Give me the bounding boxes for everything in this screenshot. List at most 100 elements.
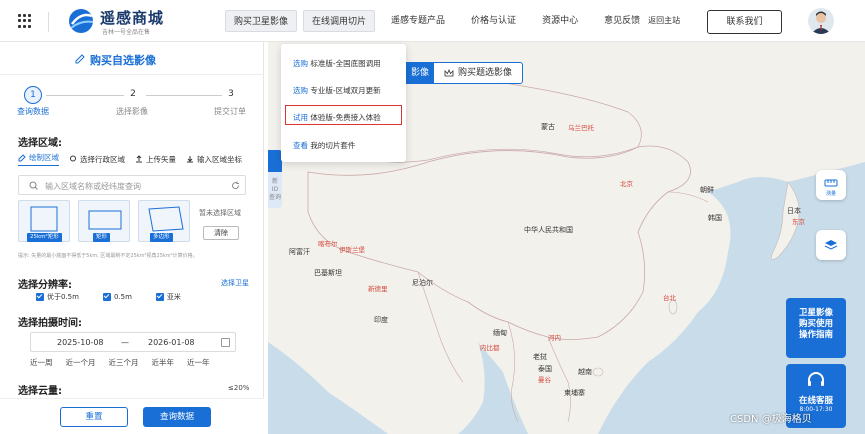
header-divider xyxy=(48,12,49,32)
nav-return-main[interactable]: 返回主站 xyxy=(648,10,690,32)
layers-button[interactable] xyxy=(816,230,846,260)
menu-item-professional[interactable]: 选购 专业版-区域双月更新 xyxy=(293,85,381,96)
resolution-section-title: 选择分辨率: xyxy=(18,280,72,291)
watermark: CSDN @极海格贝 xyxy=(730,414,812,425)
menu-item-standard[interactable]: 选购 标准版-全国底图调用 xyxy=(293,58,381,69)
query-button[interactable]: 查询数据 xyxy=(143,407,211,427)
measure-button[interactable]: 测量 xyxy=(816,170,846,200)
nav-rs-products[interactable]: 遥感专题产品 xyxy=(381,10,455,32)
search-placeholder: 输入区域名称或经纬度查询 xyxy=(45,182,141,191)
shape-tag-polygon: 多边形 xyxy=(150,233,173,242)
step-3-circle: 3 xyxy=(228,89,234,99)
tab-upload-vector-label: 上传矢量 xyxy=(146,154,176,164)
shape-polygon[interactable]: 多边形 xyxy=(138,200,190,242)
guide-line-3: 操作指南 xyxy=(798,330,833,340)
nav-online-tile[interactable]: 在线调用切片 xyxy=(303,10,376,32)
user-avatar[interactable] xyxy=(808,8,834,34)
menu-keyword: 试用 xyxy=(293,113,308,122)
quick-week[interactable]: 近一周 xyxy=(30,357,53,368)
menu-keyword: 查看 xyxy=(293,141,308,150)
res-option-submeter[interactable]: 亚米 xyxy=(155,292,181,302)
panel-actions: 重置 查询数据 xyxy=(0,398,264,434)
map-label-newdelhi: 新德里 xyxy=(368,285,388,293)
tab-draw-area-label: 绘制区域 xyxy=(29,153,59,162)
menu-item-my-tiles[interactable]: 查看 我的切片套件 xyxy=(293,140,355,151)
res-option-better-05[interactable]: 优于0.5m xyxy=(36,292,79,302)
nav-buy-satellite-image[interactable]: 购买卫星影像 xyxy=(225,10,298,32)
tab-draw-area[interactable]: 绘制区域 xyxy=(18,152,59,166)
step-connector xyxy=(46,95,124,96)
clear-button[interactable]: 清除 xyxy=(203,226,239,240)
shape-tag-rect: 矩形 xyxy=(93,233,111,242)
map-label-naypyidaw: 内比都 xyxy=(480,344,500,352)
cloud-value: ≤20% xyxy=(228,384,250,392)
edit-icon xyxy=(75,54,85,64)
tab-admin-area-label: 选择行政区域 xyxy=(80,154,125,164)
map-label-bangkok: 曼谷 xyxy=(538,376,551,384)
select-satellite-link[interactable]: 选择卫星 xyxy=(221,278,249,288)
upload-icon xyxy=(136,155,142,163)
side-tab-label: 新 ID 查询 xyxy=(268,178,281,201)
date-range-picker[interactable]: 2025-10-08 — 2026-01-08 xyxy=(30,332,236,352)
map-label-thailand: 泰国 xyxy=(538,365,552,373)
tab-input-coords[interactable]: 输入区域坐标 xyxy=(186,152,242,166)
quick-year[interactable]: 近一年 xyxy=(187,357,210,368)
measure-label: 测量 xyxy=(825,191,836,197)
brand-name[interactable]: 遥感商城 xyxy=(100,7,164,28)
tab-admin-area[interactable]: 选择行政区域 xyxy=(69,152,125,166)
brand-logo-icon[interactable] xyxy=(66,6,96,36)
resolution-options: 优于0.5m 0.5m 亚米 xyxy=(36,292,181,302)
res-option-label: 0.5m xyxy=(113,293,132,301)
layers-icon xyxy=(824,240,838,250)
search-icon xyxy=(29,181,38,190)
date-to: 2026-01-08 xyxy=(148,338,195,347)
checkbox-checked[interactable] xyxy=(102,293,111,301)
res-option-label: 优于0.5m xyxy=(47,293,79,301)
tab-upload-vector[interactable]: 上传矢量 xyxy=(135,152,176,166)
operation-guide-button[interactable]: 卫星影像 购买使用 操作指南 xyxy=(786,298,846,358)
map-label-cambodia: 柬埔寨 xyxy=(564,389,585,397)
nav-resources[interactable]: 资源中心 xyxy=(532,10,588,32)
refresh-icon[interactable] xyxy=(231,181,240,190)
area-search-input[interactable]: 输入区域名称或经纬度查询 xyxy=(18,175,246,195)
shape-options: 25km²矩形 矩形 多边形 xyxy=(18,200,190,242)
guide-line-1: 卫星影像 xyxy=(798,308,833,318)
map-label-myanmar: 缅甸 xyxy=(493,329,507,337)
map-label-pakistan: 巴基斯坦 xyxy=(314,269,342,277)
map-label-hanoi: 河内 xyxy=(548,334,561,342)
map-label-china: 中华人民共和国 xyxy=(524,226,573,234)
area-section-title: 选择区域: xyxy=(18,138,62,149)
map-label-vietnam: 越南 xyxy=(578,368,592,376)
step-connector xyxy=(146,95,222,96)
quick-3months[interactable]: 近三个月 xyxy=(109,357,139,368)
apps-grid-icon[interactable] xyxy=(18,14,32,28)
checkbox-checked[interactable] xyxy=(36,293,44,301)
res-option-05[interactable]: 0.5m xyxy=(102,292,132,302)
calendar-icon xyxy=(221,338,230,347)
quick-month[interactable]: 近一个月 xyxy=(66,357,96,368)
shape-rect[interactable]: 矩形 xyxy=(78,200,130,242)
map-label-mongolia: 蒙古 xyxy=(541,123,555,131)
toggle-topic-label: 购买题选影像 xyxy=(458,68,513,78)
nav-pricing[interactable]: 价格与认证 xyxy=(461,10,526,32)
nav-feedback[interactable]: 意见反馈 xyxy=(594,10,642,32)
map-label-islamabad: 伊斯兰堡 xyxy=(339,246,365,254)
image-mode-toggle: 影像 购买题选影像 xyxy=(400,62,524,84)
menu-item-trial[interactable]: 试用 体验版-免费接入体验 xyxy=(293,112,381,123)
menu-text: 我的切片套件 xyxy=(308,141,356,150)
contact-button[interactable]: 联系我们 xyxy=(707,10,782,34)
reset-button[interactable]: 重置 xyxy=(60,407,128,427)
quick-halfyear[interactable]: 近半年 xyxy=(152,357,175,368)
brand-slogan: 吉林一号全品在售 xyxy=(102,29,151,36)
date-separator: — xyxy=(121,338,129,347)
toggle-topic-select[interactable]: 购买题选影像 xyxy=(433,62,524,84)
map-label-beijing: 北京 xyxy=(620,180,633,188)
checkbox-checked[interactable] xyxy=(155,293,164,301)
download-icon xyxy=(187,156,193,163)
menu-keyword: 选购 xyxy=(293,59,308,68)
res-option-label: 亚米 xyxy=(166,293,181,301)
step-1-circle: 1 xyxy=(24,86,42,104)
shape-25km-rect[interactable]: 25km²矩形 xyxy=(18,200,70,242)
tile-dropdown-menu: 选购 标准版-全国底图调用 选购 专业版-区域双月更新 试用 体验版-免费接入体… xyxy=(281,44,406,162)
side-tab-marker xyxy=(268,150,282,172)
